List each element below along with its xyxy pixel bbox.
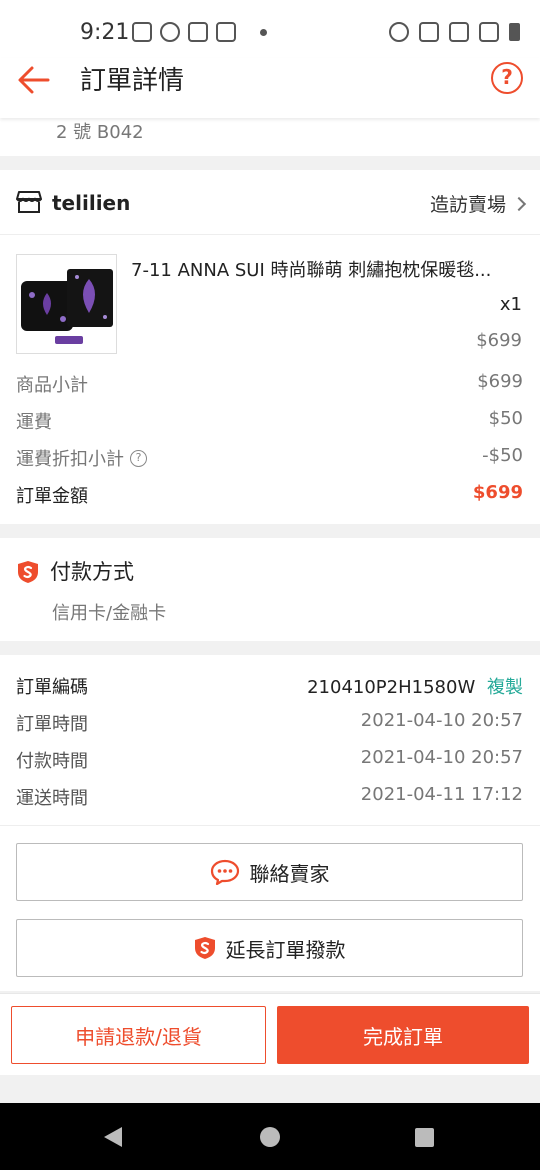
copy-order-number-button[interactable]: 複製	[487, 677, 523, 698]
contact-seller-label: 聯絡賣家	[249, 861, 330, 886]
address-line: 2 號 B042	[56, 122, 144, 143]
payment-method-value: 信用卡/金融卡	[52, 603, 167, 624]
status-bar: 9:21	[0, 0, 540, 58]
subtotal-label: 商品小計	[16, 375, 88, 396]
order-total-row: 訂單金額 $699	[16, 482, 523, 512]
shipping-label: 運費	[16, 412, 52, 433]
extend-payment-button[interactable]: 延長訂單撥款	[16, 919, 523, 977]
chat-icon	[210, 859, 239, 885]
shipping-row: 運費 $50	[16, 408, 523, 438]
product-image[interactable]	[16, 254, 117, 354]
shipping-discount-row: 運費折扣小計 ? -$50	[16, 445, 523, 475]
shipping-discount-label-group: 運費折扣小計 ?	[16, 445, 147, 471]
shopee-icon	[188, 22, 208, 42]
nav-recents-icon[interactable]	[415, 1128, 434, 1147]
shipping-value: $50	[488, 408, 523, 429]
shipping-discount-value: -$50	[482, 445, 523, 466]
shipping-time-label: 運送時間	[16, 788, 88, 809]
order-number-row: 訂單編碼 210410P2H1580W 複製	[16, 673, 523, 703]
shipping-time-row: 運送時間 2021-04-11 17:12	[16, 784, 523, 814]
divider	[0, 825, 540, 826]
payment-method-section: 付款方式 信用卡/金融卡	[0, 538, 540, 641]
extend-payment-label: 延長訂單撥款	[225, 937, 346, 962]
shipping-time-value: 2021-04-11 17:12	[360, 784, 523, 805]
nav-home-icon[interactable]	[260, 1127, 280, 1147]
back-arrow-icon[interactable]	[16, 62, 52, 98]
shop-icon	[16, 191, 42, 213]
shopee-icon	[216, 22, 236, 42]
app-bar: 訂單詳情 ?	[0, 58, 540, 118]
order-time-value: 2021-04-10 20:57	[360, 710, 523, 731]
product-price: $699	[476, 330, 522, 351]
payment-time-row: 付款時間 2021-04-10 20:57	[16, 747, 523, 777]
order-time-label: 訂單時間	[16, 714, 88, 735]
status-time: 9:21	[80, 20, 130, 45]
info-question-icon[interactable]: ?	[130, 449, 147, 467]
order-number-label: 訂單編碼	[16, 677, 88, 698]
vibrate-icon	[419, 22, 439, 42]
system-icons	[389, 22, 520, 42]
battery-icon	[509, 23, 520, 41]
product-name[interactable]: 7-11 ANNA SUI 時尚聯萌 刺繡抱枕保暖毯...	[131, 256, 521, 282]
payment-time-value: 2021-04-10 20:57	[360, 747, 523, 768]
shop-name: telilien	[52, 191, 131, 215]
signal-icon	[479, 22, 499, 42]
payment-time-label: 付款時間	[16, 751, 88, 772]
shipping-discount-label: 運費折扣小計	[16, 449, 124, 470]
address-section: 2 號 B042	[0, 118, 540, 156]
subtotal-row: 商品小計 $699	[16, 371, 523, 401]
order-number-group: 210410P2H1580W 複製	[307, 673, 523, 699]
payment-method-title: 付款方式	[50, 560, 134, 584]
network-icon	[449, 22, 469, 42]
contact-seller-button[interactable]: 聯絡賣家	[16, 843, 523, 901]
system-navigation-bar	[0, 1103, 540, 1170]
shopee-guarantee-shield-icon	[194, 937, 215, 959]
more-notifications-icon	[260, 28, 267, 36]
shopee-guarantee-shield-icon	[18, 561, 38, 583]
order-total-label: 訂單金額	[16, 486, 88, 507]
line-icon	[160, 22, 180, 42]
subtotal-value: $699	[477, 371, 523, 392]
order-total-value: $699	[472, 482, 523, 503]
order-number-value: 210410P2H1580W	[307, 677, 476, 698]
bottom-action-bar: 申請退款/退貨 完成訂單	[0, 993, 540, 1075]
notes-icon	[132, 22, 152, 42]
pillow-blanket-image	[17, 255, 116, 353]
page-title: 訂單詳情	[80, 66, 185, 96]
visit-shop-label: 造訪賣場	[429, 194, 506, 216]
notification-icons	[132, 22, 267, 42]
help-icon[interactable]: ?	[491, 62, 523, 94]
product-quantity: x1	[499, 294, 522, 315]
shop-header[interactable]: telilien 造訪賣場	[0, 170, 540, 235]
chevron-right-icon	[511, 196, 527, 211]
complete-order-button[interactable]: 完成訂單	[277, 1006, 529, 1064]
order-info-section: 訂單編碼 210410P2H1580W 複製 訂單時間 2021-04-10 2…	[0, 655, 540, 991]
shop-order-card: telilien 造訪賣場 7-11 ANNA SUI 時尚聯萌 刺繡抱枕保暖毯…	[0, 170, 540, 524]
order-time-row: 訂單時間 2021-04-10 20:57	[16, 710, 523, 740]
visit-shop-link[interactable]: 造訪賣場	[429, 190, 527, 217]
refund-return-button[interactable]: 申請退款/退貨	[11, 1006, 266, 1064]
nav-back-icon[interactable]	[104, 1127, 122, 1147]
alarm-icon	[389, 22, 409, 42]
